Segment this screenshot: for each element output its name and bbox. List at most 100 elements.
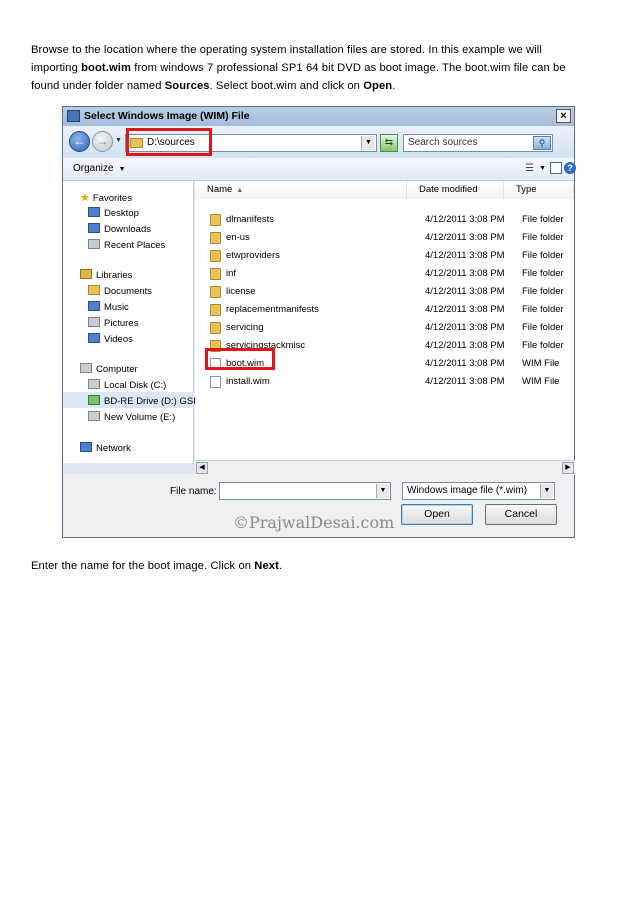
sort-up-icon: ▲	[236, 187, 244, 194]
nav-label: Network	[96, 443, 131, 454]
type-cell: WIM File	[522, 358, 560, 369]
nav-pictures[interactable]: Pictures	[88, 317, 138, 329]
file-open-dialog: Select Windows Image (WIM) File × ← → ▼ …	[62, 106, 576, 538]
recent-places-icon	[88, 239, 100, 249]
file-type-dropdown-button[interactable]: ▼	[540, 484, 553, 498]
column-header-date[interactable]: Date modified	[407, 181, 504, 199]
cancel-button[interactable]: Cancel	[485, 504, 557, 525]
address-dropdown-button[interactable]: ▼	[361, 136, 375, 150]
nav-label: BD-RE Drive (D:) GSP1	[104, 396, 205, 407]
date-cell: 4/12/2011 3:08 PM	[425, 358, 505, 369]
videos-icon	[88, 333, 100, 343]
file-name-cell: replacementmanifests	[226, 304, 319, 315]
nav-documents[interactable]: Documents	[88, 285, 152, 297]
drive-icon	[88, 411, 100, 421]
nav-desktop[interactable]: Desktop	[88, 207, 139, 219]
next-step-paragraph: Enter the name for the boot image. Click…	[31, 557, 611, 575]
type-cell: File folder	[522, 232, 564, 243]
nav-videos[interactable]: Videos	[88, 333, 133, 345]
type-cell: File folder	[522, 214, 564, 225]
folder-icon	[210, 250, 221, 262]
file-name-cell: license	[226, 286, 256, 297]
table-row[interactable]: inf 4/12/2011 3:08 PM File folder	[195, 265, 574, 283]
change-view-icon[interactable]: ☰	[525, 163, 534, 174]
file-icon	[210, 376, 221, 388]
folder-icon	[210, 268, 221, 280]
navigation-bar: ← → ▼ D:\sources ▼ ⇆ Search sources ⚲	[63, 126, 574, 158]
documents-icon	[88, 285, 100, 295]
outro-period: .	[278, 560, 283, 572]
search-input[interactable]: Search sources ⚲	[403, 134, 553, 152]
nav-label: Favorites	[92, 193, 132, 204]
file-name-input[interactable]: ▼	[219, 482, 391, 500]
date-cell: 4/12/2011 3:08 PM	[425, 232, 505, 243]
file-name-dropdown-button[interactable]: ▼	[376, 484, 389, 498]
help-icon[interactable]: ?	[564, 162, 576, 174]
back-button[interactable]: ←	[69, 131, 90, 152]
column-label: Date modified	[419, 184, 478, 195]
nav-local-disk[interactable]: Local Disk (C:)	[88, 379, 166, 391]
forward-button[interactable]: →	[92, 131, 113, 152]
date-cell: 4/12/2011 3:08 PM	[425, 214, 505, 225]
intro-bootwim: boot.wim	[81, 62, 132, 74]
nav-favorites[interactable]: ★ Favorites	[80, 191, 132, 204]
table-row[interactable]: license 4/12/2011 3:08 PM File folder	[195, 283, 574, 301]
scroll-right-icon[interactable]: ▶	[562, 462, 574, 474]
intro-line3-c: . Select boot.wim and click on	[209, 80, 364, 92]
downloads-icon	[88, 223, 100, 233]
date-cell: 4/12/2011 3:08 PM	[425, 304, 505, 315]
nav-new-volume[interactable]: New Volume (E:)	[88, 411, 175, 423]
column-header-name[interactable]: Name ▲	[195, 181, 407, 199]
column-header-type[interactable]: Type	[504, 181, 574, 199]
nav-computer[interactable]: Computer	[80, 363, 138, 375]
table-row[interactable]: dlmanifests 4/12/2011 3:08 PM File folder	[195, 211, 574, 229]
refresh-button[interactable]: ⇆	[380, 134, 398, 152]
preview-pane-icon[interactable]	[550, 162, 562, 174]
search-icon[interactable]: ⚲	[533, 136, 551, 150]
nav-network[interactable]: Network	[80, 442, 131, 454]
nav-label: Recent Places	[104, 240, 166, 251]
column-label: Name	[207, 184, 233, 195]
nav-label: Downloads	[104, 224, 151, 235]
dialog-title: Select Windows Image (WIM) File	[84, 110, 250, 122]
file-type-value: Windows image file (*.wim)	[407, 485, 528, 496]
folder-icon	[210, 214, 221, 226]
nav-music[interactable]: Music	[88, 301, 129, 313]
nav-label: Local Disk (C:)	[104, 380, 167, 391]
table-row[interactable]: etwproviders 4/12/2011 3:08 PM File folder	[195, 247, 574, 265]
scroll-left-icon[interactable]: ◀	[196, 462, 208, 474]
highlight-boot-wim	[205, 348, 275, 370]
close-button[interactable]: ×	[556, 109, 571, 123]
nav-recent-places[interactable]: Recent Places	[88, 239, 165, 251]
organize-menu[interactable]: Organize ▼	[73, 163, 126, 174]
type-cell: File folder	[522, 322, 564, 333]
intro-line2-a: importing	[31, 62, 82, 74]
file-name-cell: en-us	[226, 232, 250, 243]
date-cell: 4/12/2011 3:08 PM	[425, 268, 505, 279]
file-type-select[interactable]: Windows image file (*.wim) ▼	[402, 482, 555, 500]
outro-text: Enter the name for the boot image. Click…	[31, 560, 255, 572]
desktop-icon	[88, 207, 100, 217]
open-button[interactable]: Open	[401, 504, 473, 525]
file-name-cell: inf	[226, 268, 237, 279]
date-cell: 4/12/2011 3:08 PM	[425, 376, 505, 387]
folder-icon	[210, 286, 221, 298]
horizontal-scrollbar[interactable]: ◀ ▶	[195, 460, 575, 475]
computer-icon	[80, 363, 92, 373]
type-cell: File folder	[522, 340, 564, 351]
view-dropdown-icon[interactable]: ▼	[539, 165, 546, 172]
type-cell: File folder	[522, 286, 564, 297]
music-icon	[88, 301, 100, 311]
search-placeholder: Search sources	[408, 137, 478, 148]
table-row[interactable]: en-us 4/12/2011 3:08 PM File folder	[195, 229, 574, 247]
table-row[interactable]: install.wim 4/12/2011 3:08 PM WIM File	[195, 373, 574, 391]
nav-bd-drive[interactable]: BD-RE Drive (D:) GSP1	[88, 395, 205, 407]
nav-libraries[interactable]: Libraries	[80, 269, 132, 281]
intro-line1: Browse to the location where the operati…	[31, 44, 542, 56]
date-cell: 4/12/2011 3:08 PM	[425, 322, 505, 333]
highlight-address	[126, 128, 212, 156]
recent-pages-dropdown-icon[interactable]: ▼	[115, 137, 122, 144]
table-row[interactable]: servicing 4/12/2011 3:08 PM File folder	[195, 319, 574, 337]
table-row[interactable]: replacementmanifests 4/12/2011 3:08 PM Fil…	[195, 301, 574, 319]
nav-downloads[interactable]: Downloads	[88, 223, 151, 235]
